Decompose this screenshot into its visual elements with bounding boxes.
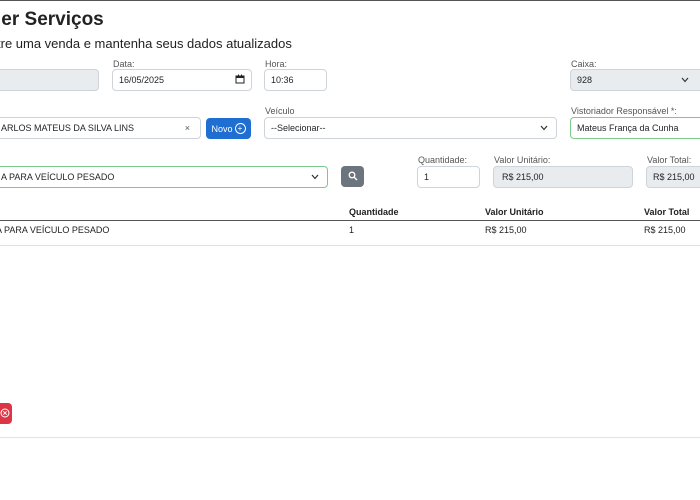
- search-button[interactable]: [341, 166, 364, 187]
- footer-divider: [0, 437, 700, 438]
- valor-total-label: Valor Total:: [647, 155, 692, 165]
- veiculo-value: --Selecionar--: [271, 123, 326, 133]
- chevron-down-icon: [681, 75, 689, 85]
- data-label: Data:: [113, 59, 135, 69]
- chevron-down-icon: [540, 123, 548, 133]
- search-icon: [348, 171, 358, 183]
- valor-total-field: R$ 215,00: [646, 166, 700, 188]
- col-header-valor-unitario: Valor Unitário: [485, 207, 544, 217]
- valor-unitario-label: Valor Unitário:: [494, 155, 551, 165]
- clear-icon[interactable]: ×: [185, 123, 190, 133]
- vistoriador-label: Vistoriador Responsável *:: [571, 106, 677, 116]
- row-divider: [0, 245, 700, 246]
- page-subtitle: tre uma venda e mantenha seus dados atua…: [0, 36, 292, 51]
- page-title: ler Serviços: [0, 9, 104, 30]
- caixa-value: 928: [577, 75, 593, 85]
- valor-total-value: R$ 215,00: [653, 172, 695, 182]
- hora-label: Hora:: [265, 59, 288, 69]
- vistoriador-select[interactable]: Mateus França da Cunha: [570, 117, 700, 139]
- quantidade-value: 1: [424, 172, 430, 182]
- row-valor-total: R$ 215,00: [644, 225, 686, 235]
- caixa-select[interactable]: 928: [570, 69, 700, 91]
- servico-value: A PARA VEÍCULO PESADO: [1, 172, 115, 182]
- quantidade-input[interactable]: 1: [417, 166, 480, 188]
- time-value: 10:36: [271, 75, 294, 85]
- row-quantidade: 1: [349, 225, 355, 235]
- cliente-value: ARLOS MATEUS DA SILVA LINS: [1, 123, 135, 133]
- valor-unitario-field: R$ 215,00: [493, 166, 633, 188]
- top-border: [0, 0, 700, 1]
- novo-cliente-button[interactable]: Novo +: [206, 118, 251, 139]
- code-field[interactable]: [0, 69, 99, 91]
- novo-button-label: Novo: [211, 123, 233, 134]
- chevron-down-icon: [311, 172, 319, 182]
- vistoriador-value: Mateus França da Cunha: [577, 123, 679, 133]
- col-header-quantidade: Quantidade: [349, 207, 399, 217]
- quantidade-label: Quantidade:: [418, 155, 468, 165]
- calendar-icon[interactable]: [235, 74, 245, 86]
- date-field[interactable]: 16/05/2025: [112, 69, 252, 91]
- servico-select[interactable]: A PARA VEÍCULO PESADO: [0, 166, 328, 188]
- row-servico: A PARA VEÍCULO PESADO: [0, 225, 110, 235]
- veiculo-select[interactable]: --Selecionar--: [264, 117, 557, 139]
- plus-circle-icon: +: [234, 123, 246, 134]
- date-value: 16/05/2025: [119, 75, 165, 85]
- cliente-select[interactable]: ARLOS MATEUS DA SILVA LINS ×: [0, 117, 201, 139]
- cancel-button[interactable]: [0, 403, 12, 424]
- row-valor-unitario: R$ 215,00: [485, 225, 527, 235]
- valor-unitario-value: R$ 215,00: [502, 172, 544, 182]
- col-header-valor-total: Valor Total: [644, 207, 690, 217]
- cancel-icon: [0, 408, 10, 420]
- table-header-divider: [0, 220, 700, 221]
- caixa-label: Caixa:: [571, 59, 597, 69]
- time-field[interactable]: 10:36: [264, 69, 327, 91]
- veiculo-label: Veículo: [265, 106, 295, 116]
